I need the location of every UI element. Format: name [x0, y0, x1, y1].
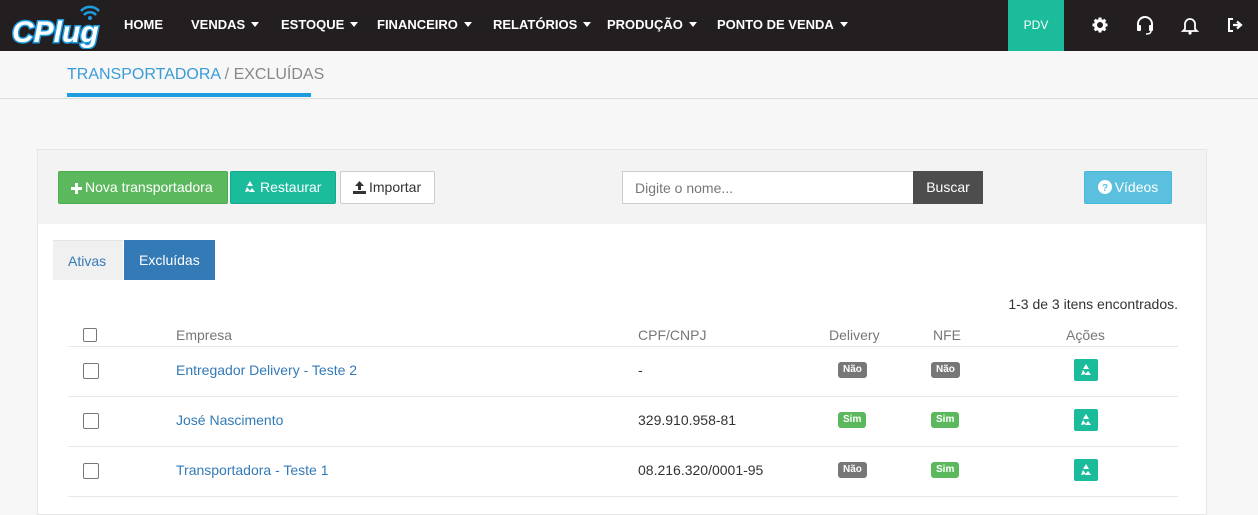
- upload-icon: [353, 181, 366, 194]
- nfe-badge: Não: [931, 362, 960, 378]
- headset-icon[interactable]: [1134, 14, 1156, 36]
- restore-button[interactable]: Restaurar: [230, 171, 336, 204]
- gear-icon[interactable]: [1089, 14, 1111, 36]
- logout-icon[interactable]: [1224, 14, 1246, 36]
- nav-item-vendas[interactable]: VENDAS: [191, 0, 260, 51]
- nav-item-relatorios[interactable]: RELATÓRIOS: [493, 0, 592, 51]
- table-divider: [68, 346, 1178, 347]
- recycle-icon: [245, 181, 255, 192]
- nfe-badge: Sim: [931, 412, 960, 428]
- row-checkbox[interactable]: [83, 413, 99, 429]
- row-checkbox[interactable]: [83, 463, 99, 479]
- empresa-link[interactable]: José Nascimento: [176, 412, 283, 428]
- select-all-checkbox[interactable]: [83, 328, 97, 342]
- cpf-cnpj-value: -: [638, 362, 643, 378]
- new-transportadora-button[interactable]: Nova transportadora: [58, 171, 228, 204]
- bell-icon[interactable]: [1179, 14, 1201, 36]
- empresa-link[interactable]: Transportadora - Teste 1: [176, 462, 329, 478]
- logo-text: CPlug: [12, 16, 99, 49]
- tab-ativas[interactable]: Ativas: [53, 240, 123, 280]
- tab-excluidas[interactable]: Excluídas: [124, 240, 215, 280]
- row-checkbox[interactable]: [83, 363, 99, 379]
- breadcrumb: TRANSPORTADORA / EXCLUÍDAS: [67, 66, 325, 83]
- nfe-badge: Sim: [931, 462, 960, 478]
- cpf-cnpj-value: 08.216.320/0001-95: [638, 462, 764, 478]
- question-circle-icon: ?: [1097, 180, 1112, 194]
- column-header-acoes: Ações: [1066, 327, 1105, 343]
- nav-item-home[interactable]: HOME: [124, 0, 163, 51]
- breadcrumb-current: EXCLUÍDAS: [233, 66, 325, 83]
- restore-row-button[interactable]: [1074, 459, 1098, 481]
- recycle-icon: [1081, 464, 1091, 475]
- column-header-empresa: Empresa: [176, 327, 233, 343]
- restore-row-button[interactable]: [1074, 359, 1098, 381]
- nav-item-financeiro[interactable]: FINANCEIRO: [377, 0, 472, 51]
- caret-down-icon: [251, 22, 260, 27]
- table-divider: [68, 396, 1178, 397]
- breadcrumb-underline: [67, 93, 311, 97]
- nav-item-ponto-de-venda[interactable]: PONTO DE VENDA: [717, 0, 848, 51]
- caret-down-icon: [350, 22, 359, 27]
- top-navbar: CPlug HOME VENDAS ESTOQUE FINANCEIRO REL…: [0, 0, 1258, 51]
- pdv-button[interactable]: PDV: [1008, 0, 1064, 51]
- delivery-badge: Não: [838, 462, 867, 478]
- restore-row-button[interactable]: [1074, 409, 1098, 431]
- recycle-icon: [1081, 414, 1091, 425]
- caret-down-icon: [688, 22, 697, 27]
- column-header-cpf-cnpj: CPF/CNPJ: [638, 327, 707, 343]
- caret-down-icon: [583, 22, 592, 27]
- recycle-icon: [1081, 364, 1091, 375]
- column-header-nfe: NFE: [933, 327, 961, 343]
- breadcrumb-bar: TRANSPORTADORA / EXCLUÍDAS: [0, 51, 1258, 99]
- caret-down-icon: [463, 22, 472, 27]
- empresa-link[interactable]: Entregador Delivery - Teste 2: [176, 362, 357, 378]
- videos-button[interactable]: ? Vídeos: [1084, 171, 1172, 204]
- result-count: 1-3 de 3 itens encontrados.: [1008, 296, 1178, 312]
- delivery-badge: Não: [838, 362, 867, 378]
- cpf-cnpj-value: 329.910.958-81: [638, 412, 737, 428]
- caret-down-icon: [839, 22, 848, 27]
- search-button[interactable]: Buscar: [913, 171, 983, 204]
- toolbar: Nova transportadora Restaurar Importar B…: [38, 150, 1206, 224]
- nav-item-estoque[interactable]: ESTOQUE: [281, 0, 359, 51]
- cplug-logo[interactable]: CPlug: [10, 3, 102, 49]
- column-header-delivery: Delivery: [829, 327, 880, 343]
- breadcrumb-transportadora[interactable]: TRANSPORTADORA: [67, 66, 220, 83]
- svg-text:?: ?: [1102, 183, 1108, 194]
- delivery-badge: Sim: [838, 412, 867, 428]
- table-divider: [68, 496, 1178, 497]
- main-panel: Nova transportadora Restaurar Importar B…: [37, 149, 1207, 515]
- nav-item-producao[interactable]: PRODUÇÃO: [607, 0, 697, 51]
- plus-icon: [71, 183, 82, 194]
- table-divider: [68, 446, 1178, 447]
- search-input[interactable]: [622, 171, 914, 204]
- import-button[interactable]: Importar: [340, 171, 435, 204]
